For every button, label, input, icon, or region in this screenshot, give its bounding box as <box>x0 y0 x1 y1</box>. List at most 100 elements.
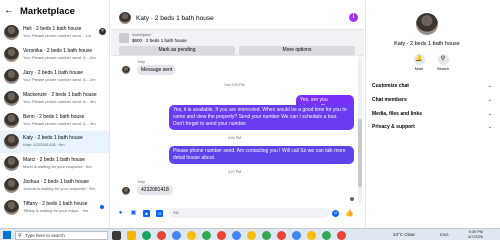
listing-kicker: Marketplace <box>132 33 152 37</box>
windows-taskbar: ⚲ Type here to search 24°C Clear ENG 9:3… <box>0 228 500 240</box>
seen-receipt-avatar <box>350 197 354 201</box>
chat-title[interactable]: Katy · 2 beds 1 bath house <box>136 15 214 22</box>
mark-as-pending-button[interactable]: Mark as pending <box>119 46 235 55</box>
chrome-icon[interactable] <box>247 230 256 240</box>
incoming-message: 4232081418 <box>137 185 173 195</box>
section-label: Media, files and links <box>372 111 423 117</box>
search-button[interactable]: ⚲ Search <box>428 54 458 71</box>
language-indicator[interactable]: ENG <box>440 232 449 237</box>
avatar[interactable] <box>416 13 438 35</box>
contact-name: Katy · 2 beds 1 bath house <box>394 41 460 47</box>
conversation-name: Katy · 2 beds 1 bath house <box>23 135 83 142</box>
mic-icon[interactable]: ● <box>117 210 124 217</box>
conversation-name: Joshua · 2 beds 1 bath house <box>23 178 89 185</box>
avatar[interactable] <box>119 12 131 24</box>
conversation-item-benn[interactable]: Benn · 2 beds 1 bath house You: Please ph… <box>0 109 109 131</box>
chrome-icon[interactable] <box>277 230 286 240</box>
file-explorer-icon[interactable] <box>127 230 136 240</box>
taskbar-pinned-apps <box>112 230 352 240</box>
message-input[interactable]: Aa <box>169 208 329 218</box>
conversation-preview: You: Please phone number send... 1m <box>23 33 91 39</box>
conversation-name: Benn · 2 beds 1 bath house <box>23 113 85 120</box>
message-timestamp: 4:02 PM <box>227 136 242 140</box>
clock-date: 4/7/2025 <box>468 235 483 239</box>
message-timestamp: 4:27 PM <box>227 170 242 174</box>
conversation-preview: Marci is waiting for your response · 8m <box>23 164 92 170</box>
privacy-support-section[interactable]: Privacy & support ⌄ <box>372 124 492 130</box>
conversation-name: Marci · 2 beds 1 bath house <box>23 157 85 164</box>
weather-widget[interactable]: 24°C Clear <box>393 232 415 237</box>
avatar <box>122 187 130 195</box>
task-view-icon[interactable] <box>112 230 121 240</box>
avatar <box>4 47 19 63</box>
search-icon[interactable]: ⚲ <box>437 54 449 65</box>
media-files-links-section[interactable]: Media, files and links ⌄ <box>372 111 492 117</box>
conversation-preview: Tiffany is waiting for your respo... 9m <box>23 207 89 213</box>
conversation-item-mackenzie[interactable]: Mackenzie · 2 beds 1 bath house You: Plea… <box>0 87 109 109</box>
chrome-icon[interactable] <box>172 230 181 240</box>
sidebar-title: Marketplace <box>20 5 75 17</box>
chrome-icon[interactable] <box>262 230 271 240</box>
message-composer: ● ▣ ☻ G Aa ☺ 👍 <box>111 204 364 222</box>
conversation-item-jazy[interactable]: Jazy · 2 beds 1 bath house You: Please ph… <box>0 66 109 88</box>
windows-start-icon[interactable] <box>3 231 11 239</box>
conversation-info-panel: Katy · 2 beds 1 bath house 🔔 Mute ⚲ Sear… <box>365 0 500 228</box>
emoji-icon[interactable]: ☺ <box>332 209 339 217</box>
chrome-icon[interactable] <box>217 230 226 240</box>
section-label: Customize chat <box>372 83 409 89</box>
chrome-icon[interactable] <box>232 230 241 240</box>
conversation-item-tiffany[interactable]: Tiffany · 2 beds 1 bath house Tiffany is … <box>0 196 109 218</box>
chrome-icon[interactable] <box>202 230 211 240</box>
thumbs-up-icon[interactable]: 👍 <box>345 209 354 217</box>
scrollbar-thumb[interactable] <box>358 119 362 187</box>
incoming-message: Message sent <box>137 65 177 75</box>
gif-icon[interactable]: G <box>156 209 163 217</box>
chrome-icon[interactable] <box>142 230 151 240</box>
conversation-name: Mackenzie · 2 beds 1 bath house <box>23 91 97 98</box>
marketplace-listing-banner: Marketplace $600 · 2 beds 1 bath house M… <box>111 29 364 56</box>
search-label: Search <box>436 67 450 71</box>
listing-thumbnail[interactable] <box>119 33 129 43</box>
conversation-item-katy[interactable]: Katy · 2 beds 1 bath house Katy: 42320814… <box>0 130 109 153</box>
avatar <box>4 25 19 41</box>
avatar <box>4 156 19 172</box>
conversation-item-joshua[interactable]: Joshua · 2 beds 1 bath house Joshua is wa… <box>0 175 109 197</box>
chevron-down-icon: ⌄ <box>487 124 492 130</box>
conversation-list: Heli · 2 beds 1 bath house You: Please ph… <box>0 22 109 218</box>
conversation-name: Veronika · 2 beds 1 bath house <box>23 48 93 55</box>
customize-chat-section[interactable]: Customize chat ⌄ <box>372 83 492 89</box>
chrome-icon[interactable] <box>307 230 316 240</box>
outgoing-message: Yes, it is available. If you are interes… <box>169 105 354 130</box>
back-arrow-icon[interactable]: ← <box>4 6 16 16</box>
info-icon[interactable]: i <box>349 13 358 22</box>
system-clock[interactable]: 9:39 PM 4/7/2025 <box>468 230 483 240</box>
chat-header: Katy · 2 beds 1 bath house i <box>111 8 364 28</box>
message-scrollbar[interactable] <box>358 57 362 203</box>
conversation-preview: You: Please phone number send. A... 2m <box>23 55 96 61</box>
chrome-icon[interactable] <box>157 230 166 240</box>
chrome-icon[interactable] <box>187 230 196 240</box>
chrome-icon[interactable] <box>322 230 331 240</box>
message-sender: Katy <box>138 180 146 184</box>
conversation-preview: Katy: 4232081418 · 6m <box>23 142 65 148</box>
chrome-icon[interactable] <box>292 230 301 240</box>
chat-members-section[interactable]: Chat members ⌄ <box>372 97 492 103</box>
conversation-preview: You: Please phone number send. A... 3m <box>23 98 96 104</box>
conversation-item-veronika[interactable]: Veronika · 2 beds 1 bath house You: Pleas… <box>0 44 109 66</box>
bell-icon[interactable]: 🔔 <box>413 54 425 65</box>
conversation-name: Tiffany · 2 beds 1 bath house <box>23 200 88 207</box>
taskbar-search-placeholder: Type here to search <box>25 232 65 238</box>
listing-title[interactable]: $600 · 2 beds 1 bath house <box>132 38 187 43</box>
section-label: Privacy & support <box>372 124 415 130</box>
close-icon[interactable]: × <box>99 28 106 35</box>
chrome-icon[interactable] <box>337 230 346 240</box>
conversation-item-heli[interactable]: Heli · 2 beds 1 bath house You: Please ph… <box>0 22 109 44</box>
conversation-item-marci[interactable]: Marci · 2 beds 1 bath house Marci is wait… <box>0 153 109 175</box>
more-options-button[interactable]: More options <box>239 46 355 55</box>
conversation-preview: You: Please phone number send. A... 3m <box>23 120 96 126</box>
chevron-down-icon: ⌄ <box>487 111 492 117</box>
photo-icon[interactable]: ▣ <box>130 210 137 217</box>
taskbar-search-input[interactable]: ⚲ Type here to search <box>15 230 108 240</box>
conversation-preview: You: Please phone number send. A... 2m <box>23 76 96 82</box>
sticker-icon[interactable]: ☻ <box>143 209 150 217</box>
